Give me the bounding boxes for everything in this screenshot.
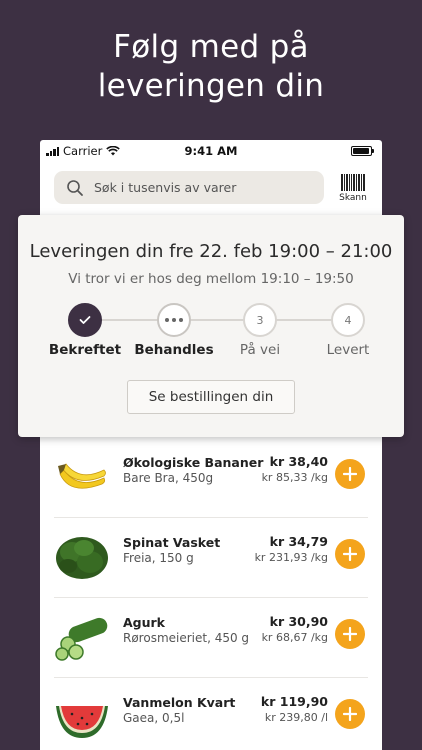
step-confirmed-icon [68, 303, 102, 337]
product-row[interactable]: Spinat Vasket Freia, 150 g kr 34,79 kr 2… [40, 518, 382, 598]
plus-icon [343, 547, 357, 561]
product-unit-price: kr 85,33 /kg [261, 471, 328, 484]
plus-icon [343, 707, 357, 721]
search-input[interactable]: Søk i tusenvis av varer [54, 171, 324, 204]
product-row[interactable]: Agurk Rørosmeieriet, 450 g kr 30,90 kr 6… [40, 598, 382, 678]
battery-icon [351, 146, 374, 156]
add-to-cart-button[interactable] [335, 539, 365, 569]
scan-button[interactable]: Skann [336, 174, 370, 203]
step-label-on-the-way: På vei [239, 342, 281, 358]
spinach-image [56, 537, 108, 579]
product-brand: Bare Bra, 450g [123, 471, 214, 485]
product-name: Økologiske Bananer [123, 455, 264, 470]
view-order-button[interactable]: Se bestillingen din [127, 380, 295, 414]
product-brand: Freia, 150 g [123, 551, 194, 565]
product-price: kr 30,90 [269, 614, 328, 629]
plus-icon [343, 467, 357, 481]
step-on-the-way-icon: 3 [243, 303, 277, 337]
watermelon-image [56, 706, 108, 738]
product-row[interactable]: Økologiske Bananer Bare Bra, 450g kr 38,… [40, 438, 382, 518]
product-brand: Rørosmeieriet, 450 g [123, 631, 250, 645]
step-delivered-icon: 4 [331, 303, 365, 337]
delivery-status-card: Leveringen din fre 22. feb 19:00 – 21:00… [18, 215, 404, 437]
progress-track [86, 319, 348, 321]
product-unit-price: kr 68,67 /kg [261, 631, 328, 644]
promo-line-1: Følg med på [113, 29, 309, 65]
barcode-icon [336, 174, 370, 191]
status-time: 9:41 AM [184, 144, 238, 158]
delivery-subtitle: Vi tror vi er hos deg mellom 19:10 – 19:… [68, 271, 354, 287]
product-name: Agurk [123, 615, 165, 630]
product-name: Vanmelon Kvart [123, 695, 236, 710]
product-row[interactable]: Vanmelon Kvart Gaea, 0,5l kr 119,90 kr 2… [40, 678, 382, 750]
step-label-processing: Behandles [134, 342, 214, 358]
ellipsis-icon [165, 318, 183, 322]
step-processing-icon [157, 303, 191, 337]
cucumber-image [55, 617, 108, 661]
product-price: kr 34,79 [269, 534, 328, 549]
plus-icon [343, 627, 357, 641]
product-price: kr 38,40 [269, 454, 328, 469]
promo-line-2: leveringen din [97, 68, 325, 104]
product-name: Spinat Vasket [123, 535, 221, 550]
scan-label: Skann [339, 193, 367, 203]
search-placeholder: Søk i tusenvis av varer [94, 180, 237, 195]
add-to-cart-button[interactable] [335, 699, 365, 729]
product-price: kr 119,90 [260, 694, 328, 709]
search-icon [67, 179, 83, 196]
delivery-title: Leveringen din fre 22. feb 19:00 – 21:00 [29, 241, 393, 262]
product-unit-price: kr 231,93 /kg [254, 551, 328, 564]
promo-headline: Følg med på leveringen din [0, 28, 422, 106]
add-to-cart-button[interactable] [335, 459, 365, 489]
add-to-cart-button[interactable] [335, 619, 365, 649]
status-bar: Carrier 9:41 AM [40, 140, 382, 162]
step-label-delivered: Levert [326, 342, 370, 358]
banana-image [58, 463, 106, 489]
product-unit-price: kr 239,80 /l [264, 711, 328, 724]
step-label-confirmed: Bekreftet [48, 342, 122, 358]
checkmark-icon [79, 316, 91, 324]
product-brand: Gaea, 0,5l [123, 711, 185, 725]
